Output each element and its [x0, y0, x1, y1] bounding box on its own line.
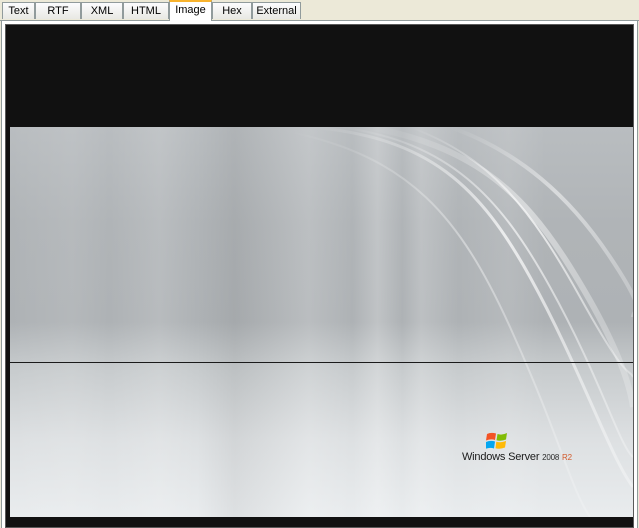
tab-rtf[interactable]: RTF: [35, 2, 81, 19]
tab-xml[interactable]: XML: [81, 2, 123, 19]
app-window: Text RTF XML HTML Image Hex External Win…: [0, 0, 639, 528]
windows-server-logo: Windows Server 2008 R2: [462, 431, 602, 471]
tab-text[interactable]: Text: [2, 2, 35, 19]
image-horizontal-line: [10, 362, 633, 363]
logo-wordmark: Windows Server 2008 R2: [462, 451, 572, 463]
logo-edition: R2: [562, 453, 572, 462]
logo-text: Windows Server: [462, 451, 540, 463]
tab-panel: Windows Server 2008 R2: [1, 21, 638, 528]
tab-image[interactable]: Image: [169, 0, 212, 21]
image-canvas: Windows Server 2008 R2: [6, 25, 633, 527]
tab-html[interactable]: HTML: [123, 2, 169, 19]
tab-hex[interactable]: Hex: [212, 2, 252, 19]
image-viewer[interactable]: Windows Server 2008 R2: [5, 24, 634, 528]
windows-flag-icon: [486, 432, 507, 449]
view-tabstrip: Text RTF XML HTML Image Hex External: [0, 0, 639, 21]
tab-external[interactable]: External: [252, 2, 301, 19]
logo-version: 2008: [542, 453, 560, 462]
